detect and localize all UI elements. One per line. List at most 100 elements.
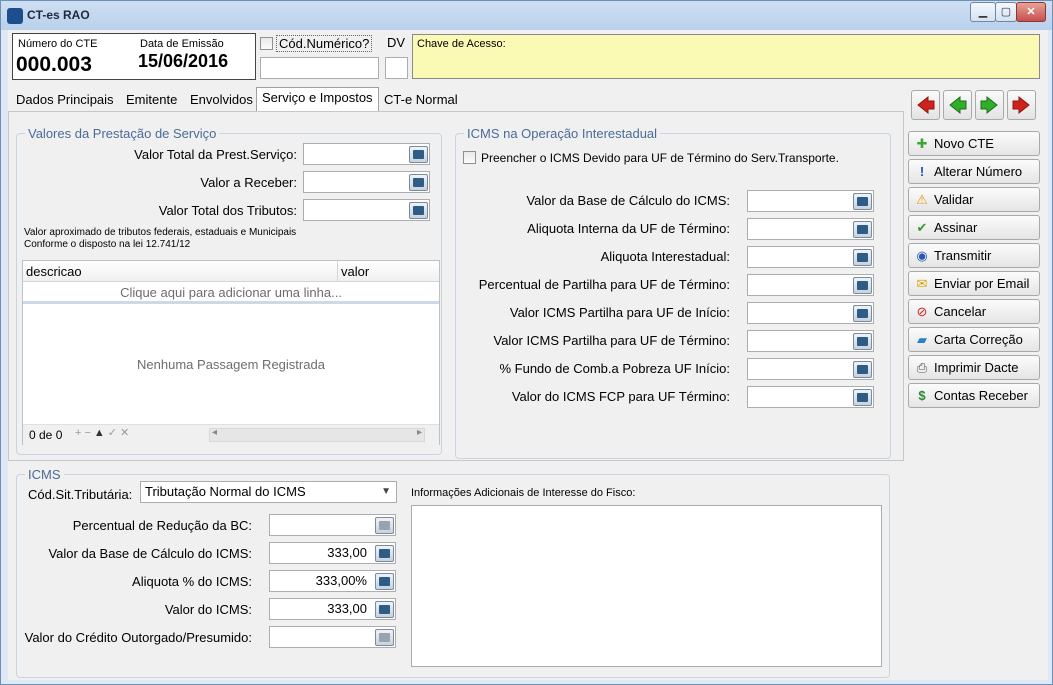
cst-label: Cód.Sit.Tributária: — [28, 487, 133, 502]
tributos-grid[interactable]: descricao valor Clique aqui para adicion… — [22, 260, 440, 445]
transmitir-label: Transmitir — [934, 248, 992, 263]
assinar-button[interactable]: ✔ Assinar — [908, 215, 1040, 240]
transmitir-button[interactable]: ◉ Transmitir — [908, 243, 1040, 268]
grid-confirm-icon[interactable]: ✓ — [108, 427, 120, 439]
grid-remove-icon[interactable]: − — [84, 427, 93, 439]
enviar-email-button[interactable]: ✉ Enviar por Email — [908, 271, 1040, 296]
last-record-button[interactable] — [1007, 90, 1036, 120]
preencher-icms-checkbox[interactable] — [463, 151, 476, 164]
calculator-icon[interactable] — [853, 305, 872, 322]
cst-select[interactable]: Tributação Normal do ICMS ▼ — [140, 481, 397, 503]
tab-strip: Dados Principais Emitente Envolvidos Ser… — [8, 87, 903, 111]
warning-icon: ⚠ — [916, 192, 928, 207]
cod-numerico-input[interactable] — [260, 57, 379, 79]
alterar-numero-button[interactable]: ! Alterar Número — [908, 159, 1040, 184]
cancelar-button[interactable]: ⊘ Cancelar — [908, 299, 1040, 324]
dollar-icon: $ — [918, 388, 926, 403]
numero-value: 000.003 — [16, 53, 92, 76]
valor-total-prest-label: Valor Total da Prest.Serviço: — [134, 147, 297, 162]
icms-base-calculo-label: Valor da Base de Cálculo do ICMS: — [48, 546, 252, 561]
carta-correcao-button[interactable]: ▰ Carta Correção — [908, 327, 1040, 352]
icms-interestadual-group: ICMS na Operação Interestadual Preencher… — [455, 126, 891, 459]
main-window: CT-es RAO ▁ ▢ ✕ Número do CTE 000.003 Da… — [0, 0, 1053, 685]
calculator-icon[interactable] — [853, 361, 872, 378]
calculator-icon[interactable] — [375, 601, 394, 618]
calculator-icon[interactable] — [853, 221, 872, 238]
arrow-right-icon — [980, 95, 998, 115]
close-button[interactable]: ✕ — [1016, 2, 1046, 22]
tab-emitente[interactable]: Emitente — [121, 90, 182, 111]
plus-icon: ✚ — [916, 136, 928, 151]
icms-perc-reducao-label: Percentual de Redução da BC: — [72, 518, 252, 533]
tab-envolvidos[interactable]: Envolvidos — [185, 90, 258, 111]
app-icon — [7, 8, 23, 24]
calculator-icon[interactable] — [853, 193, 872, 210]
tributos-note-line2: Conforme o disposto na lei 12.741/12 — [24, 239, 191, 250]
tributos-note-line1: Valor aproximado de tributos federais, e… — [24, 227, 297, 238]
ie-aliquota-interestadual-label: Aliquota Interestadual: — [600, 249, 730, 264]
maximize-button[interactable]: ▢ — [995, 2, 1017, 22]
calculator-icon[interactable] — [853, 249, 872, 266]
arrow-first-icon — [917, 95, 935, 115]
grid-record-count: 0 de 0 — [29, 428, 63, 442]
grid-col-valor[interactable]: valor — [341, 264, 369, 279]
exclamation-icon: ! — [919, 164, 925, 179]
chevron-down-icon[interactable]: ▼ — [381, 482, 391, 502]
window-title: CT-es RAO — [27, 8, 90, 22]
calculator-icon[interactable] — [375, 517, 394, 534]
carta-correcao-label: Carta Correção — [934, 332, 1023, 347]
icms-group-title: ICMS — [25, 467, 64, 482]
calculator-icon[interactable] — [409, 202, 428, 219]
data-emissao-value: 15/06/2016 — [138, 51, 229, 71]
icms-credito-outorgado-label: Valor do Crédito Outorgado/Presumido: — [24, 630, 252, 645]
minimize-button[interactable]: ▁ — [970, 2, 996, 22]
ie-base-calculo-label: Valor da Base de Cálculo do ICMS: — [526, 193, 730, 208]
calculator-icon[interactable] — [853, 277, 872, 294]
eraser-icon: ▰ — [917, 332, 927, 347]
next-record-button[interactable] — [975, 90, 1004, 120]
calculator-icon[interactable] — [853, 333, 872, 350]
prev-record-button[interactable] — [943, 90, 972, 120]
grid-cancel-icon[interactable]: ✕ — [120, 427, 132, 439]
dv-label: DV — [387, 35, 406, 50]
calculator-icon[interactable] — [375, 545, 394, 562]
cod-numerico-label: Cód.Numérico? — [276, 35, 373, 52]
info-fisco-textarea[interactable] — [411, 505, 882, 667]
cst-select-value: Tributação Normal do ICMS — [145, 484, 306, 499]
calculator-icon[interactable] — [375, 573, 394, 590]
grid-navigator: 0 de 0 +−▲✓✕ ◂ ▸ — [23, 424, 439, 445]
grid-nav-buttons[interactable]: +−▲✓✕ — [75, 426, 132, 439]
tab-dados-principais[interactable]: Dados Principais — [11, 90, 119, 111]
grid-add-row[interactable]: Clique aqui para adicionar uma linha... — [23, 282, 439, 304]
calculator-icon[interactable] — [853, 389, 872, 406]
tab-cte-normal[interactable]: CT-e Normal — [379, 90, 463, 111]
grid-col-descricao[interactable]: descricao — [26, 264, 82, 279]
globe-icon: ◉ — [916, 248, 928, 263]
icms-group: ICMS Cód.Sit.Tributária: Tributação Norm… — [16, 467, 890, 678]
novo-cte-label: Novo CTE — [934, 136, 994, 151]
imprimir-dacte-button[interactable]: ⎙ Imprimir Dacte — [908, 355, 1040, 380]
grid-up-icon[interactable]: ▲ — [94, 427, 108, 439]
scroll-right-icon[interactable]: ▸ — [417, 427, 422, 438]
chave-acesso-label: Chave de Acesso: — [417, 38, 506, 50]
cancelar-label: Cancelar — [934, 304, 987, 319]
calculator-icon[interactable] — [375, 629, 394, 646]
cod-numerico-checkbox[interactable] — [260, 37, 273, 50]
validar-label: Validar — [934, 192, 974, 207]
chave-acesso-field[interactable]: Chave de Acesso: — [412, 34, 1040, 79]
grid-horizontal-scrollbar[interactable]: ◂ ▸ — [209, 427, 425, 442]
contas-receber-button[interactable]: $ Contas Receber — [908, 383, 1040, 408]
ie-partilha-termino-label: Valor ICMS Partilha para UF de Término: — [493, 333, 731, 348]
first-record-button[interactable] — [911, 90, 940, 120]
scroll-left-icon[interactable]: ◂ — [212, 427, 217, 438]
calculator-icon[interactable] — [409, 146, 428, 163]
ie-percentual-partilha-label: Percentual de Partilha para UF de Términ… — [478, 277, 730, 292]
tab-servico-impostos[interactable]: Serviço e Impostos — [256, 87, 379, 111]
validar-button[interactable]: ⚠ Validar — [908, 187, 1040, 212]
dv-input[interactable] — [385, 57, 408, 79]
alterar-numero-label: Alterar Número — [934, 164, 1023, 179]
tab-panel: Valores da Prestação de Serviço Valor To… — [8, 111, 904, 678]
grid-col-divider — [337, 261, 338, 282]
calculator-icon[interactable] — [409, 174, 428, 191]
novo-cte-button[interactable]: ✚ Novo CTE — [908, 131, 1040, 156]
